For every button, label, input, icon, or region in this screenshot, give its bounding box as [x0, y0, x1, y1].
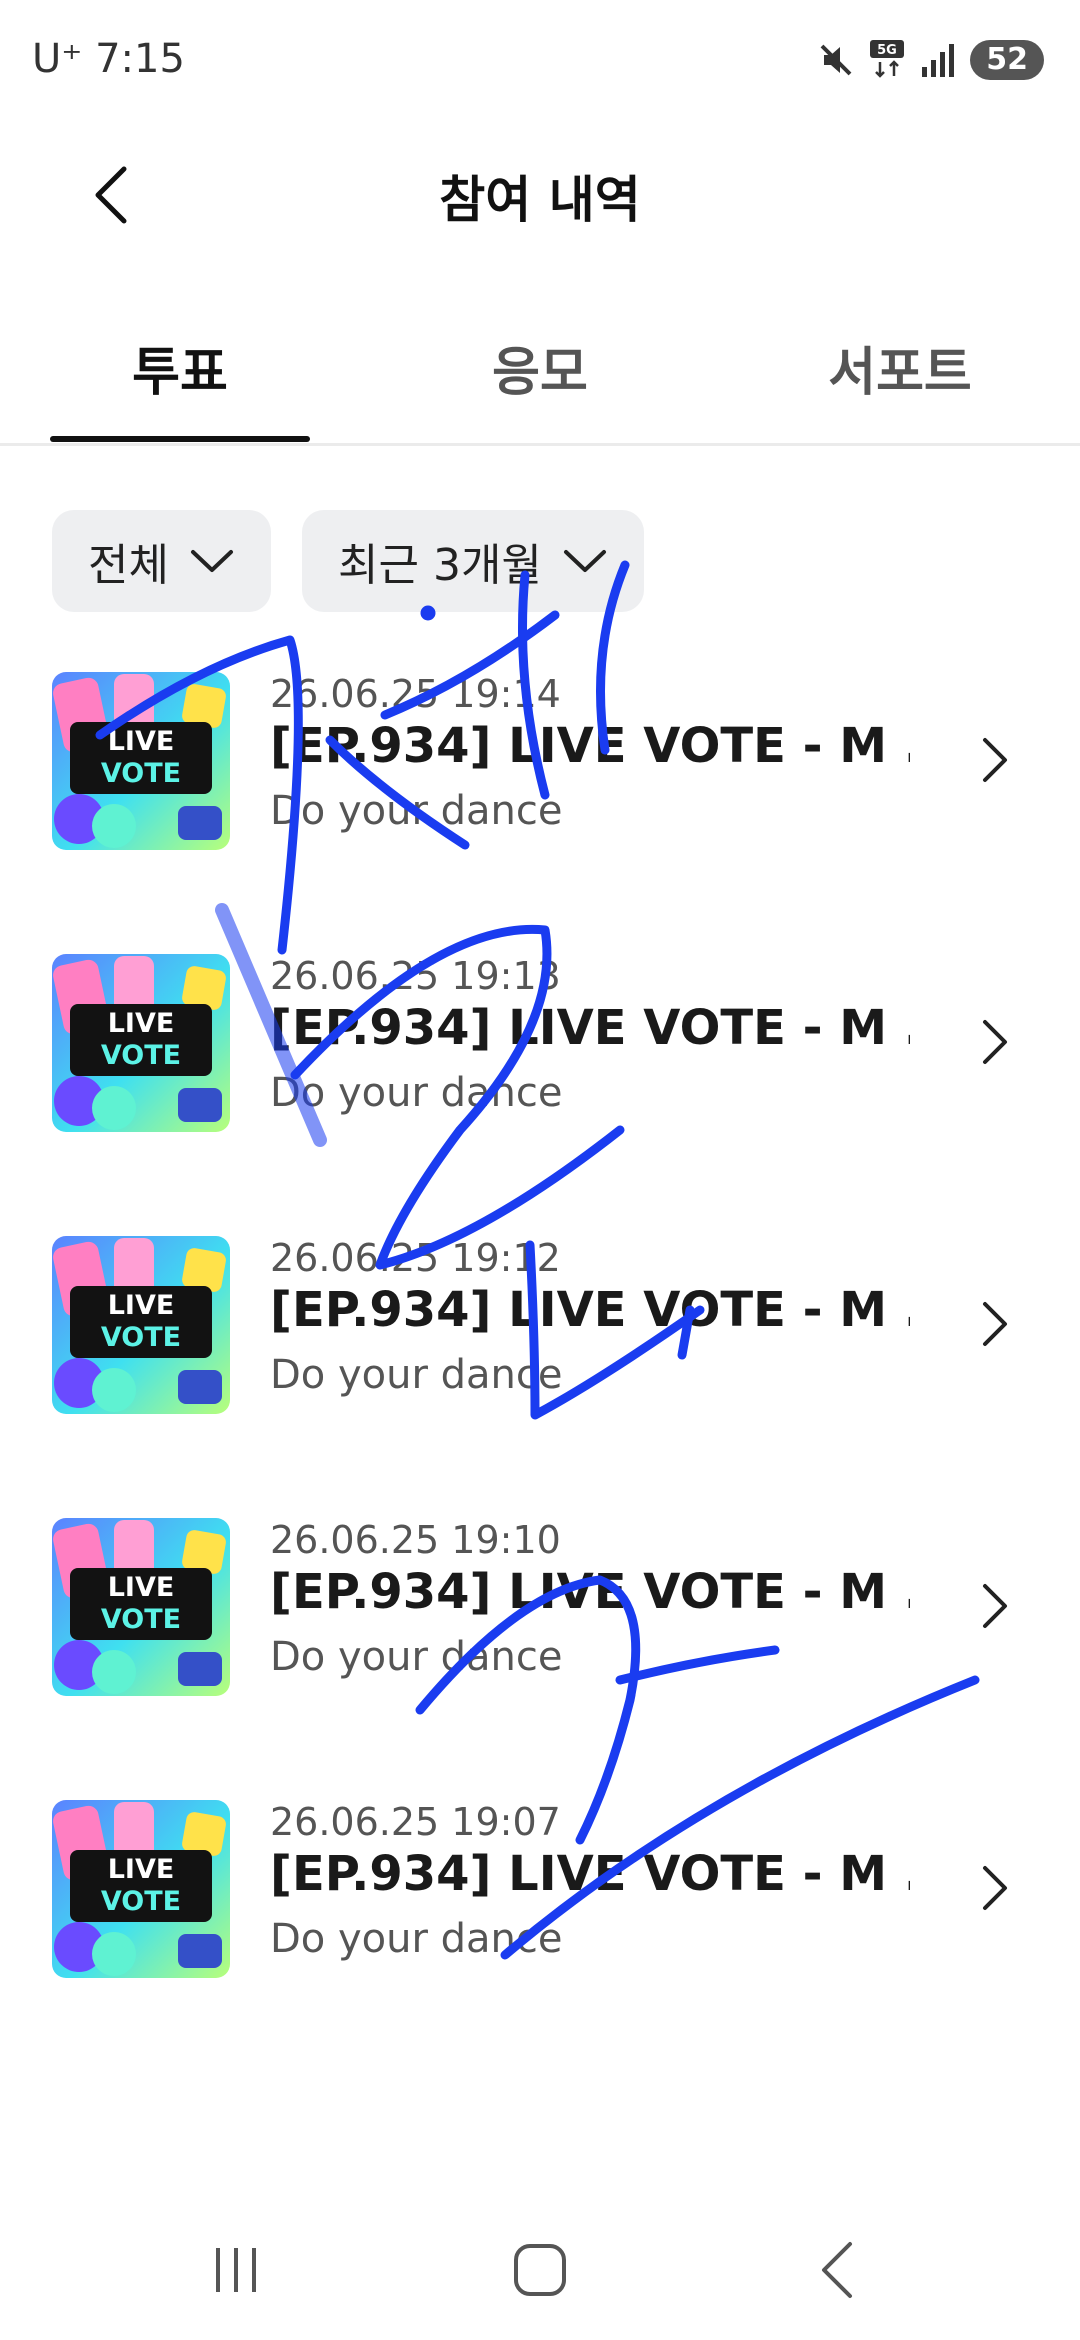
category-filter[interactable]: 전체: [52, 510, 271, 612]
system-back-button[interactable]: [800, 2230, 880, 2310]
live-vote-thumbnail: LIVE VOTE: [52, 672, 230, 850]
5g-data-icon: 5G: [870, 40, 906, 80]
item-date: 26.06.25 19:14: [270, 672, 561, 716]
item-title: [EP.934] LIVE VOTE - M ...: [270, 1846, 910, 1902]
chevron-right-icon: [983, 738, 1007, 782]
item-date: 26.06.25 19:07: [270, 1800, 561, 1844]
home-button[interactable]: [500, 2230, 580, 2310]
live-vote-thumbnail: LIVE VOTE: [52, 1518, 230, 1696]
thumbnail-label: LIVE VOTE: [70, 1004, 212, 1076]
thumbnail-line1: LIVE: [107, 1854, 175, 1885]
thumbnail-line2: VOTE: [100, 1322, 182, 1353]
tab-bar: 투표 응모 서포트: [0, 300, 1080, 446]
item-subtitle: Do your dance: [270, 1352, 563, 1398]
item-subtitle: Do your dance: [270, 1916, 563, 1962]
item-title: [EP.934] LIVE VOTE - M ...: [270, 1564, 910, 1620]
thumbnail-line2: VOTE: [100, 1886, 182, 1917]
thumbnail-label: LIVE VOTE: [70, 722, 212, 794]
chevron-down-icon: [563, 550, 606, 572]
recent-apps-button[interactable]: [196, 2230, 276, 2310]
home-icon: [514, 2244, 566, 2296]
live-vote-thumbnail: LIVE VOTE: [52, 954, 230, 1132]
chevron-right-icon: [983, 1584, 1007, 1628]
back-icon: [822, 2242, 852, 2298]
item-date: 26.06.25 19:10: [270, 1518, 561, 1562]
thumbnail-line1: LIVE: [107, 1572, 175, 1603]
mute-icon: [816, 40, 856, 80]
item-title: [EP.934] LIVE VOTE - M ...: [270, 718, 910, 774]
chevron-right-icon: [983, 1302, 1007, 1346]
thumbnail-label: LIVE VOTE: [70, 1286, 212, 1358]
item-date: 26.06.25 19:13: [270, 954, 561, 998]
tab-vote[interactable]: 투표: [50, 330, 310, 405]
active-tab-indicator: [50, 436, 310, 442]
list-item[interactable]: LIVE VOTE 26.06.25 19:14 [EP.934] LIVE V…: [0, 660, 1080, 942]
live-vote-thumbnail: LIVE VOTE: [52, 1236, 230, 1414]
carrier-time: U⁺ 7:15: [32, 36, 185, 82]
thumbnail-label: LIVE VOTE: [70, 1568, 212, 1640]
item-title: [EP.934] LIVE VOTE - M ...: [270, 1000, 910, 1056]
tab-support[interactable]: 서포트: [770, 330, 1030, 405]
signal-icon: [920, 41, 956, 79]
status-icons: 5G 52: [816, 38, 1044, 82]
item-title: [EP.934] LIVE VOTE - M ...: [270, 1282, 910, 1338]
item-date: 26.06.25 19:12: [270, 1236, 561, 1280]
category-filter-label: 전체: [88, 540, 169, 591]
header: 참여 내역: [0, 120, 1080, 270]
system-nav-bar: [0, 2200, 1080, 2340]
item-subtitle: Do your dance: [270, 788, 563, 834]
thumbnail-line1: LIVE: [107, 1008, 175, 1039]
recent-apps-icon: [216, 2248, 256, 2292]
period-filter-label: 최근 3개월: [338, 540, 542, 591]
page-title: 참여 내역: [439, 171, 641, 229]
tab-entry[interactable]: 응모: [410, 330, 670, 405]
list-item[interactable]: LIVE VOTE 26.06.25 19:07 [EP.934] LIVE V…: [0, 1788, 1080, 2070]
item-subtitle: Do your dance: [270, 1070, 563, 1116]
period-filter[interactable]: 최근 3개월: [302, 510, 644, 612]
chevron-down-icon: [190, 550, 233, 572]
thumbnail-line1: LIVE: [107, 1290, 175, 1321]
thumbnail-line2: VOTE: [100, 758, 182, 789]
thumbnail-line1: LIVE: [107, 726, 175, 757]
battery-indicator: 52: [970, 40, 1044, 80]
svg-text:5G: 5G: [877, 43, 897, 58]
chevron-right-icon: [983, 1866, 1007, 1910]
list-item[interactable]: LIVE VOTE 26.06.25 19:12 [EP.934] LIVE V…: [0, 1224, 1080, 1506]
thumbnail-line2: VOTE: [100, 1040, 182, 1071]
item-subtitle: Do your dance: [270, 1634, 563, 1680]
thumbnail-label: LIVE VOTE: [70, 1850, 212, 1922]
vote-history-list: LIVE VOTE 26.06.25 19:14 [EP.934] LIVE V…: [0, 660, 1080, 2070]
thumbnail-line2: VOTE: [100, 1604, 182, 1635]
list-item[interactable]: LIVE VOTE 26.06.25 19:10 [EP.934] LIVE V…: [0, 1506, 1080, 1788]
list-item[interactable]: LIVE VOTE 26.06.25 19:13 [EP.934] LIVE V…: [0, 942, 1080, 1224]
chevron-right-icon: [983, 1020, 1007, 1064]
status-bar: U⁺ 7:15 5G 52: [0, 0, 1080, 120]
live-vote-thumbnail: LIVE VOTE: [52, 1800, 230, 1978]
